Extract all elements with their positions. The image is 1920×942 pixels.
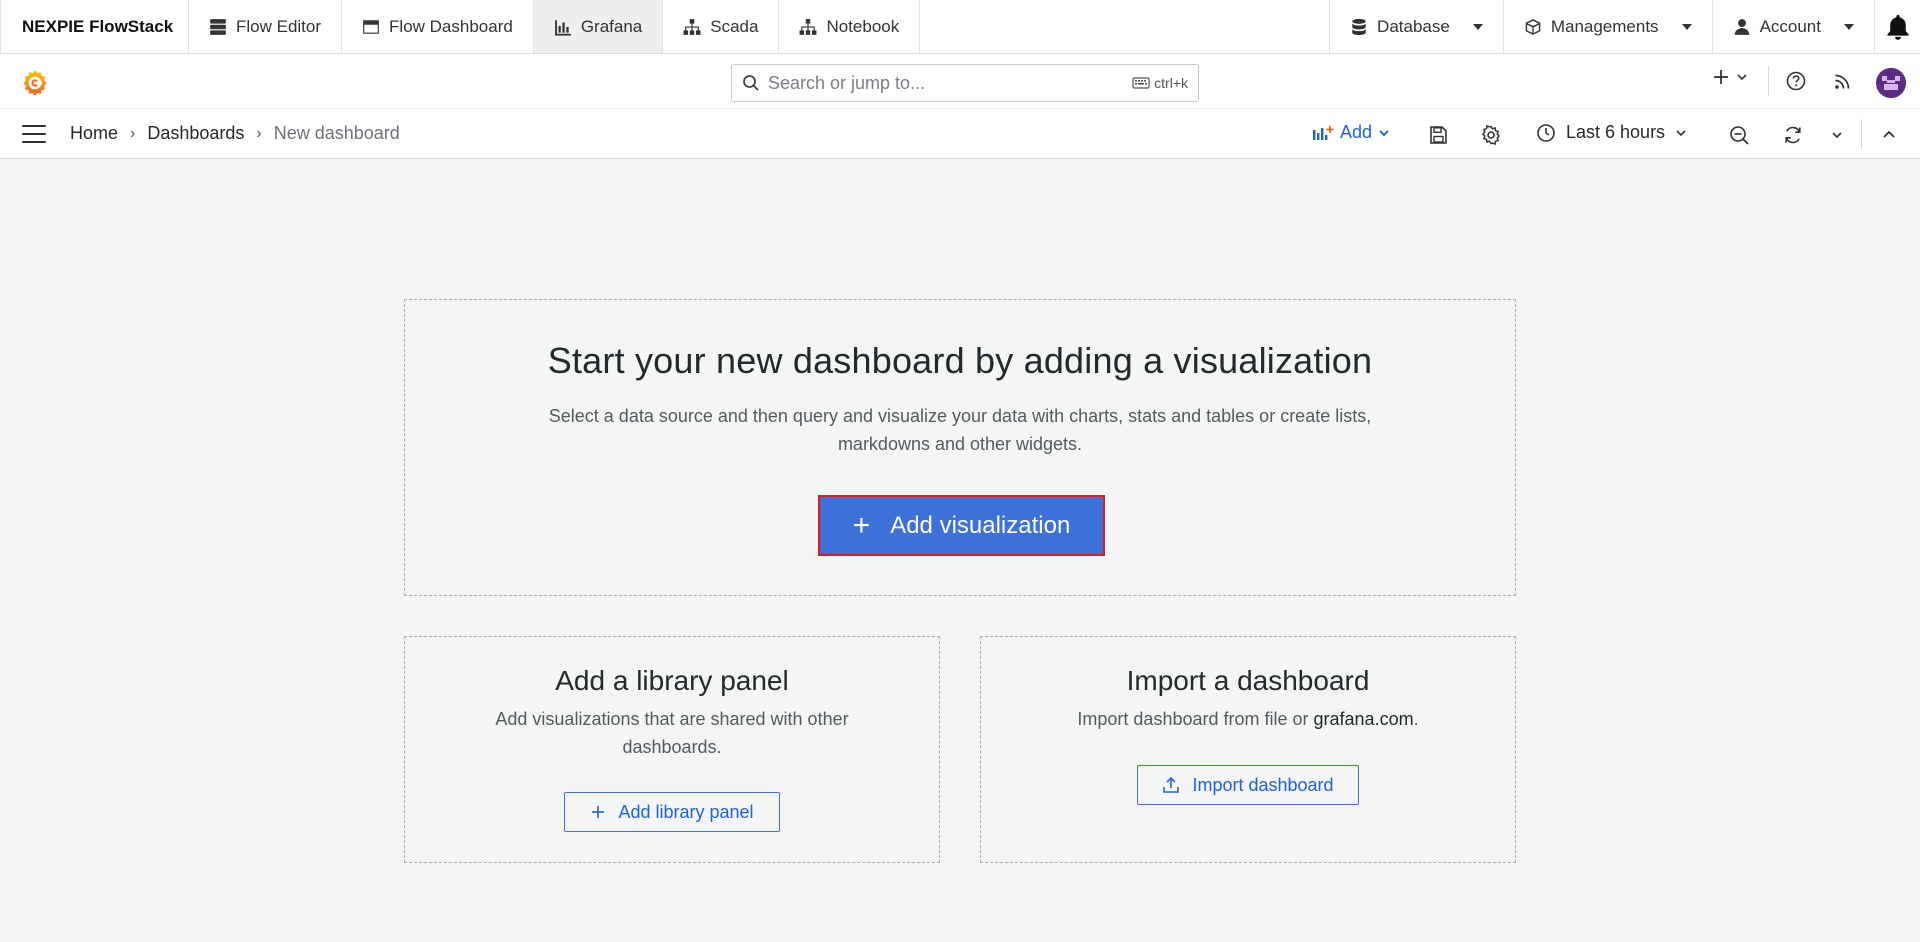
cube-icon: [1525, 18, 1541, 35]
notifications-bell[interactable]: [1874, 0, 1920, 53]
bar-chart-icon: [554, 19, 571, 36]
nav-tab-grafana[interactable]: Grafana: [533, 0, 664, 53]
import-description-suffix: .: [1413, 709, 1419, 729]
nav-tab-label: Notebook: [826, 16, 900, 36]
add-visualization-button[interactable]: + Add visualization: [818, 495, 1105, 556]
breadcrumb-home[interactable]: Home: [70, 123, 118, 144]
add-panel-dropdown[interactable]: Add: [1312, 122, 1390, 143]
account-menu[interactable]: Account: [1711, 0, 1874, 53]
shortcut-label: ctrl+k: [1154, 75, 1188, 91]
account-menu-label: Account: [1759, 16, 1821, 36]
grafana-com-link[interactable]: grafana.com: [1314, 709, 1414, 729]
database-menu[interactable]: Database: [1329, 0, 1503, 53]
library-panel-title: Add a library panel: [555, 665, 789, 696]
import-dashboard-label: Import dashboard: [1192, 774, 1334, 795]
server-icon: [210, 18, 226, 35]
chevron-down-icon: [1379, 129, 1389, 136]
nav-tab-flow-dashboard[interactable]: Flow Dashboard: [342, 0, 534, 53]
divider: [1861, 119, 1862, 149]
plus-icon: +: [852, 508, 871, 542]
search-placeholder: Search or jump to...: [768, 72, 926, 93]
plus-icon: [1714, 70, 1728, 84]
help-icon[interactable]: [1785, 70, 1807, 92]
add-visualization-label: Add visualization: [890, 511, 1071, 539]
menu-line: [22, 133, 46, 135]
chevron-up-icon[interactable]: [1878, 124, 1900, 146]
library-panel-description: Add visualizations that are shared with …: [495, 709, 849, 757]
breadcrumb-separator-icon: ›: [256, 124, 262, 142]
dashboard-toolbar: Home › Dashboards › New dashboard Add La…: [0, 108, 1920, 159]
import-dashboard-description: Import dashboard from file or grafana.co…: [1038, 705, 1458, 733]
add-panel-icon: [1313, 125, 1334, 140]
menu-line: [22, 125, 46, 127]
chevron-down-icon: [1737, 74, 1747, 81]
save-icon[interactable]: [1427, 124, 1449, 146]
add-library-panel-button[interactable]: Add library panel: [564, 792, 780, 832]
nav-tab-label: Flow Dashboard: [389, 16, 513, 36]
chevron-down-icon: [1676, 129, 1686, 136]
database-menu-label: Database: [1377, 16, 1450, 36]
nav-right-group: Database Managements Account: [1329, 0, 1920, 53]
managements-menu-label: Managements: [1550, 16, 1659, 36]
divider: [1768, 66, 1769, 96]
time-range-picker[interactable]: Last 6 hours: [1536, 122, 1687, 143]
nav-tab-scada[interactable]: Scada: [663, 0, 780, 53]
breadcrumb: Home › Dashboards › New dashboard: [70, 123, 400, 144]
user-icon: [1734, 18, 1749, 35]
caret-down-icon: [1472, 23, 1483, 30]
nav-tab-notebook[interactable]: Notebook: [779, 0, 921, 53]
caret-down-icon: [1681, 23, 1692, 30]
library-panel-card: Add a library panel Add visualizations t…: [404, 636, 940, 863]
import-description-text: Import dashboard from file or: [1077, 709, 1314, 729]
sitemap-icon: [683, 18, 701, 35]
breadcrumb-separator-icon: ›: [130, 124, 136, 142]
database-icon: [1352, 18, 1366, 35]
nav-tab-flow-editor[interactable]: Flow Editor: [189, 0, 343, 53]
empty-dashboard-title: Start your new dashboard by adding a vis…: [547, 340, 1373, 381]
clock-icon: [1537, 123, 1555, 142]
import-dashboard-card: Import a dashboard Import dashboard from…: [980, 636, 1516, 863]
window-icon: [363, 19, 379, 34]
sitemap-icon: [800, 18, 817, 35]
refresh-interval-chevron-icon[interactable]: [1826, 124, 1848, 146]
time-range-label: Last 6 hours: [1566, 122, 1666, 142]
grafana-logo-icon[interactable]: [21, 68, 49, 96]
keyboard-icon: [1132, 77, 1150, 89]
import-dashboard-title: Import a dashboard: [1126, 665, 1370, 696]
zoom-out-icon[interactable]: [1728, 124, 1750, 146]
new-menu-button[interactable]: [1712, 68, 1748, 86]
empty-dashboard-card: Start your new dashboard by adding a vis…: [404, 299, 1516, 596]
news-feed-icon[interactable]: [1832, 70, 1854, 92]
breadcrumb-current: New dashboard: [273, 123, 400, 143]
add-label: Add: [1340, 122, 1373, 142]
search-bar[interactable]: Search or jump to... ctrl+k: [731, 64, 1199, 102]
add-library-panel-label: Add library panel: [618, 801, 754, 822]
upload-icon: [1163, 776, 1180, 793]
keyboard-shortcut: ctrl+k: [1132, 75, 1188, 91]
user-avatar[interactable]: [1876, 68, 1906, 98]
breadcrumb-dashboards[interactable]: Dashboards: [147, 123, 244, 144]
brand-name[interactable]: NEXPIE FlowStack: [0, 0, 189, 53]
bell-icon: [1886, 14, 1909, 40]
avatar-image: [1876, 68, 1906, 98]
import-dashboard-button[interactable]: Import dashboard: [1137, 765, 1359, 805]
settings-gear-icon[interactable]: [1480, 124, 1502, 146]
grafana-header: Search or jump to... ctrl+k: [0, 54, 1920, 108]
nav-tab-label: Flow Editor: [236, 16, 322, 36]
nav-tab-label: Grafana: [580, 16, 643, 36]
menu-line: [22, 141, 46, 143]
plus-icon: [592, 806, 605, 818]
menu-toggle-icon[interactable]: [22, 125, 46, 143]
managements-menu[interactable]: Managements: [1502, 0, 1712, 53]
search-icon: [743, 75, 759, 91]
refresh-icon[interactable]: [1782, 124, 1804, 146]
top-navigation-bar: NEXPIE FlowStack Flow Editor Flow Dashbo…: [0, 0, 1920, 54]
caret-down-icon: [1844, 23, 1854, 30]
empty-dashboard-description: Select a data source and then query and …: [548, 406, 1372, 454]
nav-tab-label: Scada: [710, 16, 759, 36]
